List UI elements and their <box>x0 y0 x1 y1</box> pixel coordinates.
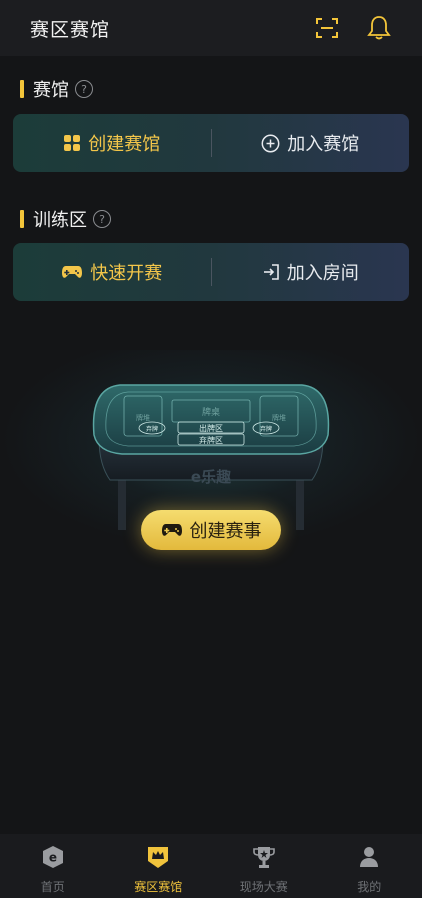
person-icon <box>356 844 382 870</box>
training-action-card: 快速开赛 加入房间 <box>13 243 409 301</box>
tab-venues-label: 赛区赛馆 <box>134 880 183 894</box>
create-venue-button[interactable]: 创建赛馆 <box>13 114 211 172</box>
join-venue-label: 加入赛馆 <box>287 134 360 155</box>
circle-left-text: 弃牌 <box>146 425 158 433</box>
join-room-button[interactable]: 加入房间 <box>212 243 410 301</box>
enter-icon <box>262 263 280 281</box>
tab-home-label: 首页 <box>40 880 65 894</box>
venue-grid-icon <box>63 134 81 152</box>
join-venue-button[interactable]: 加入赛馆 <box>212 114 410 172</box>
plus-circle-icon <box>261 134 280 153</box>
quick-start-label: 快速开赛 <box>90 263 163 284</box>
zone-center-text: 牌桌 <box>202 406 220 418</box>
scan-icon[interactable] <box>312 13 342 43</box>
create-match-button[interactable]: 创建赛事 <box>141 510 281 550</box>
tab-profile[interactable]: 我的 <box>317 834 422 898</box>
help-icon[interactable]: ? <box>93 210 111 228</box>
training-section-header: 训练区 ? <box>20 206 111 232</box>
tab-venues[interactable]: 赛区赛馆 <box>106 834 212 898</box>
tab-home[interactable]: e 首页 <box>0 834 106 898</box>
section-accent-bar <box>20 210 24 228</box>
create-venue-label: 创建赛馆 <box>88 134 161 155</box>
gamepad-icon <box>161 522 183 538</box>
zone-out-text: 出牌区 <box>199 423 223 433</box>
crown-badge-icon <box>145 844 171 870</box>
join-room-label: 加入房间 <box>286 263 359 284</box>
game-table-illustration: 出牌区 弃牌区 牌桌 牌堆 牌堆 弃牌 弃牌 e乐趣 <box>0 330 422 590</box>
help-icon[interactable]: ? <box>75 80 93 98</box>
venue-section-title: 赛馆 <box>33 80 69 101</box>
bottom-tab-bar: e 首页 赛区赛馆 现场大赛 我的 <box>0 834 422 898</box>
section-accent-bar <box>20 80 24 98</box>
zone-discard-text: 弃牌区 <box>199 435 223 445</box>
table-brand-logo: e乐趣 <box>191 468 232 486</box>
training-section-title: 训练区 <box>33 210 87 231</box>
circle-right-text: 弃牌 <box>260 425 272 433</box>
tab-live-tournament[interactable]: 现场大赛 <box>211 834 317 898</box>
home-e-icon: e <box>40 844 66 870</box>
bell-icon[interactable] <box>364 13 394 43</box>
zone-left-text: 牌堆 <box>136 413 150 422</box>
svg-text:e: e <box>49 851 57 865</box>
quick-start-button[interactable]: 快速开赛 <box>13 243 211 301</box>
app-header: 赛区赛馆 <box>0 0 422 56</box>
tab-profile-label: 我的 <box>357 880 382 894</box>
venue-section-header: 赛馆 ? <box>20 76 93 102</box>
gamepad-icon <box>61 264 83 280</box>
venue-action-card: 创建赛馆 加入赛馆 <box>13 114 409 172</box>
tab-live-tournament-label: 现场大赛 <box>239 880 288 894</box>
zone-right-text: 牌堆 <box>272 413 286 422</box>
create-match-label: 创建赛事 <box>189 521 262 542</box>
trophy-icon <box>251 844 277 870</box>
page-title: 赛区赛馆 <box>30 18 111 41</box>
